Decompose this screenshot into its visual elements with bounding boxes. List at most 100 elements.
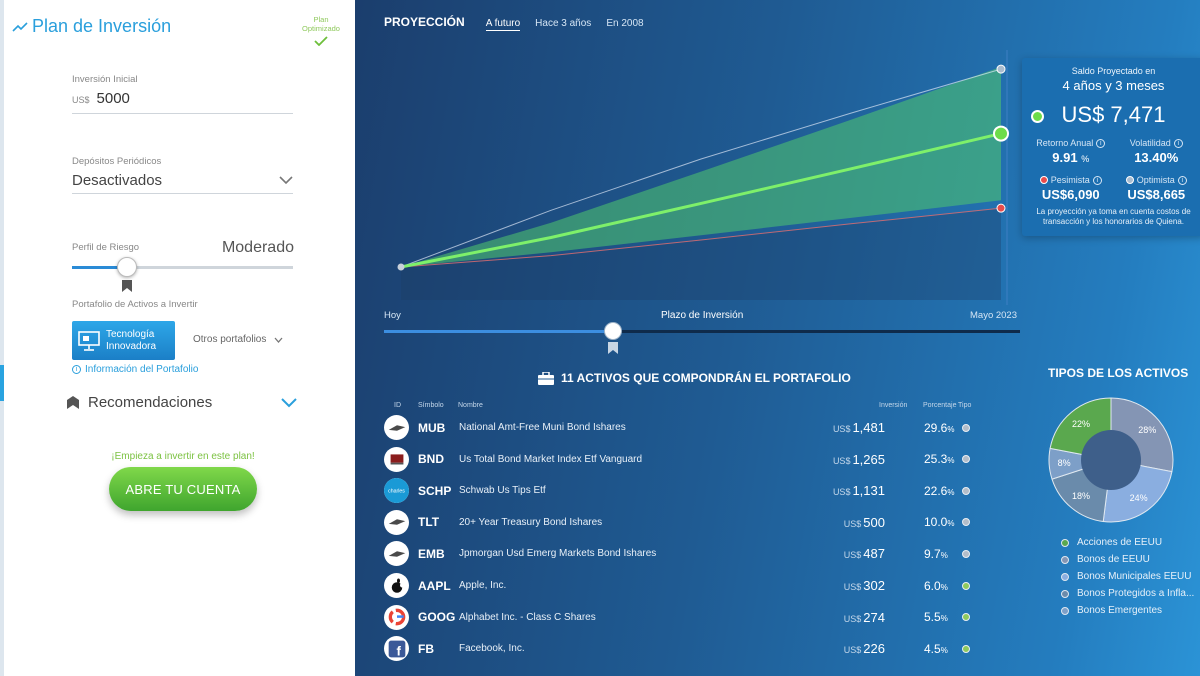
risk-slider[interactable] xyxy=(72,257,293,292)
asset-investment-value: 226 xyxy=(863,641,885,657)
asset-percent-value: 9.7 xyxy=(924,546,941,561)
asset-investment: US$ 1,481 xyxy=(833,420,885,435)
currency-label: US$ xyxy=(832,487,851,498)
asset-type-dot xyxy=(962,455,970,464)
risk-profile-label: Perfil de Riesgo xyxy=(72,242,140,253)
info-icon[interactable]: i xyxy=(1173,138,1183,148)
projected-amount: US$ 7,471 xyxy=(1061,102,1166,127)
percent-unit: % xyxy=(947,424,955,434)
table-row[interactable]: f FB Facebook, Inc. US$ 226 4.5% xyxy=(384,633,975,664)
donut-label: 22% xyxy=(1072,419,1090,429)
asset-percent: 5.5% xyxy=(924,610,948,624)
expected-point[interactable] xyxy=(993,125,1009,142)
table-row[interactable]: AAPL Apple, Inc. US$ 302 6.0% xyxy=(384,570,975,601)
bookmark-icon xyxy=(607,342,618,354)
info-icon[interactable]: i xyxy=(1177,175,1187,185)
volatility-value: 13.40% xyxy=(1134,150,1179,165)
table-row[interactable]: TLT 20+ Year Treasury Bond Ishares US$ 500 1… xyxy=(384,507,975,538)
legend-label: Acciones de EEUU xyxy=(1077,537,1163,548)
chevron-down-icon xyxy=(274,337,283,343)
table-row[interactable]: GOOG Alphabet Inc. - Class C Shares US$ 274… xyxy=(384,602,975,633)
asset-name: Schwab Us Tips Etf xyxy=(459,485,546,497)
info-icon[interactable]: i xyxy=(1092,175,1102,185)
asset-symbol: AAPL xyxy=(418,578,451,593)
initial-investment-value[interactable]: 5000 xyxy=(97,90,130,107)
asset-symbol: EMB xyxy=(418,546,445,561)
currency-label: US$ xyxy=(832,455,851,466)
bookmark-icon xyxy=(67,396,79,409)
donut-hole xyxy=(1081,430,1141,490)
plan-title: Plan de Inversión xyxy=(12,16,171,37)
asset-logo-icon xyxy=(384,541,409,567)
legend-label: Bonos de EEUU xyxy=(1077,554,1150,565)
other-portfolios-dropdown[interactable]: Otros portafolios xyxy=(193,334,283,345)
bookmark-icon xyxy=(122,280,133,292)
plan-optimized-text: Plan Optimizado xyxy=(302,15,340,33)
asset-percent-value: 25.3 xyxy=(924,452,948,467)
projected-balance-label: Saldo Proyectado en xyxy=(1071,66,1156,76)
info-icon[interactable]: i xyxy=(1096,138,1106,148)
currency-label: US$ xyxy=(843,582,862,592)
asset-percent-value: 6.0 xyxy=(924,578,941,593)
projection-title: PROYECCIÓN xyxy=(384,15,465,29)
initial-investment-input[interactable]: US$ 5000 xyxy=(72,90,130,107)
asset-investment: US$ 1,131 xyxy=(833,483,885,498)
table-row[interactable]: EMB Jpmorgan Usd Emerg Markets Bond Ishar… xyxy=(384,538,975,569)
asset-investment: US$ 274 xyxy=(844,610,885,625)
plan-title-text: Plan de Inversión xyxy=(32,16,172,36)
info-icon: i xyxy=(72,365,81,374)
asset-investment: US$ 226 xyxy=(844,641,885,656)
asset-percent-value: 4.5 xyxy=(924,641,941,656)
legend-item: Bonos Emergentes xyxy=(1061,602,1194,619)
axis-end-label: Mayo 2023 xyxy=(970,310,1018,321)
side-tab-indicator[interactable] xyxy=(0,365,4,401)
percent-unit: % xyxy=(940,645,948,655)
legend-label: Bonos Protegidos a Infla... xyxy=(1077,588,1195,599)
asset-percent: 22.6% xyxy=(924,484,954,498)
asset-symbol: SCHP xyxy=(418,483,452,498)
pessimistic-point[interactable] xyxy=(996,203,1006,213)
time-slider[interactable] xyxy=(384,322,1020,354)
asset-name: Apple, Inc. xyxy=(459,580,507,591)
asset-investment-value: 1,481 xyxy=(852,420,885,435)
asset-percent-value: 22.6 xyxy=(924,483,948,498)
asset-investment: US$ 487 xyxy=(844,546,885,561)
legend-swatch xyxy=(1061,555,1069,564)
deposits-select[interactable]: Desactivados xyxy=(72,172,293,189)
time-slider-handle[interactable] xyxy=(603,322,622,340)
projection-tooltip: Saldo Proyectado en 4 años y 3 meses US$… xyxy=(1022,58,1200,236)
table-row[interactable]: MUB National Amt-Free Muni Bond Ishares US… xyxy=(384,412,975,443)
assets-title-text: 11 ACTIVOS QUE COMPONDRÁN EL PORTAFOLIO xyxy=(561,371,851,385)
chevron-down-icon xyxy=(279,176,293,185)
optimistic-point[interactable] xyxy=(996,64,1006,74)
table-row[interactable]: BND Us Total Bond Market Index Etf Vangua… xyxy=(384,444,975,475)
projection-tabs: PROYECCIÓN A futuro Hace 3 años En 2008 xyxy=(384,15,644,31)
asset-type-dot xyxy=(962,486,970,495)
percent-unit: % xyxy=(940,550,948,560)
plan-optimized-badge: Plan Optimizado xyxy=(296,15,346,46)
currency-label: US$ xyxy=(843,645,862,656)
axis-start-label: Hoy xyxy=(384,310,401,321)
axis-title: Plazo de Inversión xyxy=(661,310,744,321)
optimistic-dot xyxy=(1125,176,1134,184)
legend-label: Bonos Municipales EEUU xyxy=(1077,571,1192,582)
asset-symbol: FB xyxy=(418,641,434,656)
input-underline xyxy=(72,113,293,114)
col-type: Tipo xyxy=(958,402,972,409)
legend-item: Bonos Protegidos a Infla... xyxy=(1061,585,1194,602)
annual-return-label: Retorno Anual xyxy=(1036,138,1094,148)
legend-swatch xyxy=(1061,572,1069,581)
tab-2008[interactable]: En 2008 xyxy=(606,18,643,29)
tab-3-years-ago[interactable]: Hace 3 años xyxy=(535,18,591,29)
asset-symbol: GOOG xyxy=(418,610,456,625)
portfolio-selected-button[interactable]: Tecnología Innovadora xyxy=(72,321,175,360)
open-account-button[interactable]: ABRE TU CUENTA xyxy=(109,467,257,511)
asset-logo-icon: charles xyxy=(384,478,409,504)
risk-slider-handle[interactable] xyxy=(117,257,138,277)
projected-period: 4 años y 3 meses xyxy=(1062,78,1165,93)
table-row[interactable]: charles SCHP Schwab Us Tips Etf US$ 1,131 22.… xyxy=(384,475,975,506)
recommendations-toggle[interactable]: Recomendaciones xyxy=(67,394,297,411)
tab-future[interactable]: A futuro xyxy=(485,18,521,31)
asset-percent: 4.5% xyxy=(924,642,948,656)
portfolio-info-link[interactable]: i Información del Portafolio xyxy=(72,364,198,375)
